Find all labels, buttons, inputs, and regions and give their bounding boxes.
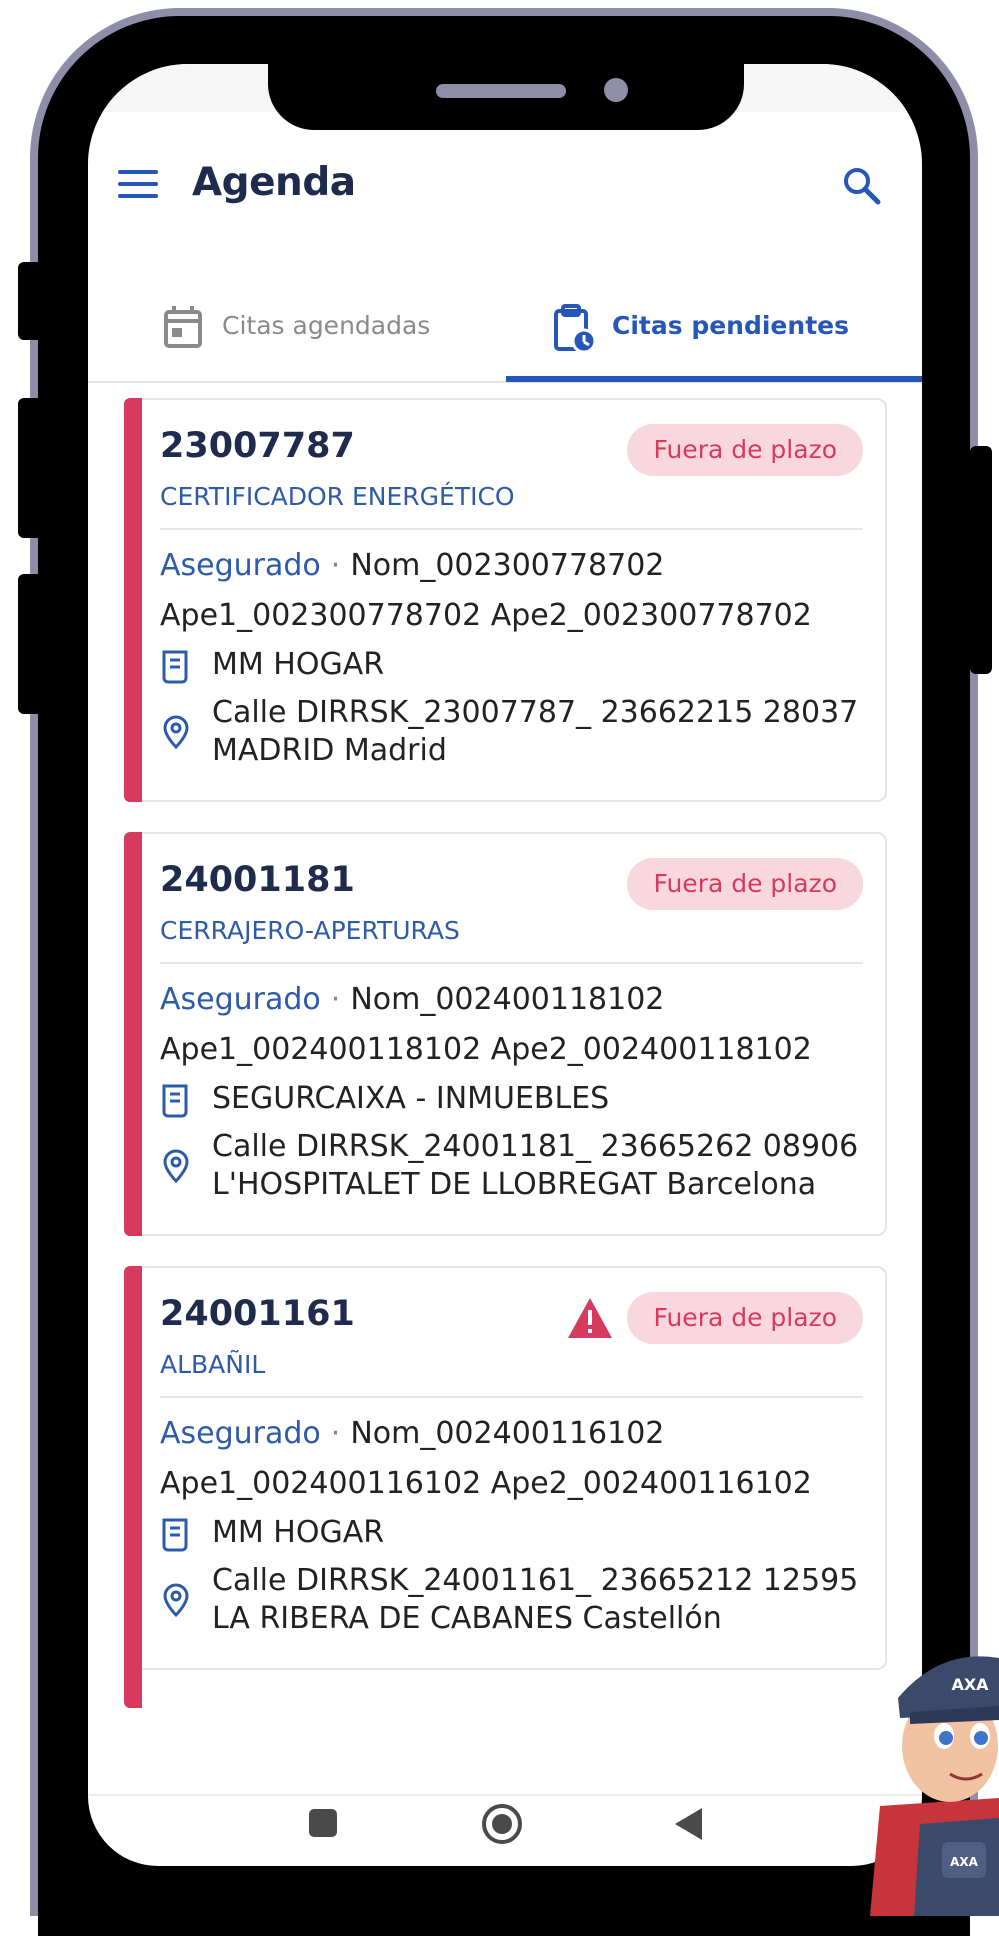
status-badge: Fuera de plazo: [627, 858, 863, 910]
address-line-2: MADRID Madrid: [212, 733, 447, 768]
status-badge: Fuera de plazo: [627, 424, 863, 476]
insured-label: Asegurado: [160, 982, 321, 1017]
case-number: 23007787: [160, 426, 355, 466]
phone-side-button: [18, 262, 44, 340]
tab-label: Citas pendientes: [612, 311, 849, 340]
address-line-1: Calle DIRRSK_24001181_ 23665262 08906: [212, 1129, 859, 1164]
insured-row: Asegurado · Nom_002400116102: [160, 1416, 664, 1451]
appointment-card[interactable]: 24001181 CERRAJERO-APERTURAS Fuera de pl…: [124, 832, 887, 1236]
insurance-company: MM HOGAR: [212, 647, 385, 682]
insured-name: Nom_002400116102: [350, 1416, 665, 1451]
separator-dot: ·: [330, 1416, 341, 1451]
appointment-card[interactable]: 23007787 CERTIFICADOR ENERGÉTICO Fuera d…: [124, 398, 887, 802]
home-circle-icon[interactable]: [480, 1802, 524, 1850]
specialty-label: CERTIFICADOR ENERGÉTICO: [160, 482, 515, 511]
address-line-2: L'HOSPITALET DE LLOBREGAT Barcelona: [212, 1167, 817, 1202]
insured-surnames: Ape1_002300778702 Ape2_002300778702: [160, 598, 812, 633]
phone-notch: [268, 64, 744, 130]
location-pin-icon: [160, 714, 192, 750]
phone-volume-up-button: [18, 398, 44, 538]
clipboard-clock-icon: [552, 303, 598, 354]
policy-document-icon: [160, 1518, 192, 1552]
policy-document-icon: [160, 650, 192, 684]
insured-name: Nom_002300778702: [350, 548, 665, 583]
calendar-icon: [160, 303, 206, 351]
insured-name: Nom_002400118102: [350, 982, 665, 1017]
tab-citas-pendientes[interactable]: Citas pendientes: [506, 289, 922, 381]
specialty-label: ALBAÑIL: [160, 1350, 266, 1379]
appointment-card[interactable]: 24001161 ALBAÑIL Fuera de plazo Asegurad…: [124, 1266, 887, 1708]
insured-label: Asegurado: [160, 548, 321, 583]
address-line-1: Calle DIRRSK_23007787_ 23662215 28037: [212, 695, 859, 730]
insured-label: Asegurado: [160, 1416, 321, 1451]
specialty-label: CERRAJERO-APERTURAS: [160, 916, 460, 945]
card-accent-bar: [124, 832, 142, 1236]
address-line-2: LA RIBERA DE CABANES Castellón: [212, 1601, 722, 1636]
separator-dot: ·: [330, 982, 341, 1017]
notch-camera: [604, 78, 628, 102]
policy-document-icon: [160, 1084, 192, 1118]
search-icon[interactable]: [840, 164, 884, 208]
tab-citas-agendadas[interactable]: Citas agendadas: [88, 289, 506, 381]
address-line-1: Calle DIRRSK_24001161_ 23665212 12595: [212, 1563, 859, 1598]
card-divider: [160, 1396, 863, 1398]
tab-bar: Citas agendadas Citas pendientes: [88, 289, 922, 383]
active-tab-indicator: [506, 376, 922, 382]
mascot-bib-text: AXA: [950, 1855, 979, 1869]
insurance-company: SEGURCAIXA - INMUEBLES: [212, 1081, 610, 1116]
location-pin-icon: [160, 1582, 192, 1618]
case-number: 24001161: [160, 1294, 355, 1334]
page-title: Agenda: [192, 160, 356, 205]
separator-dot: ·: [330, 548, 341, 583]
card-accent-bar: [124, 1266, 142, 1708]
insured-surnames: Ape1_002400118102 Ape2_002400118102: [160, 1032, 812, 1067]
card-accent-bar: [124, 398, 142, 802]
card-divider: [160, 528, 863, 530]
axa-mascot-illustration: AXA AXA: [870, 1628, 999, 1916]
back-triangle-icon[interactable]: [672, 1806, 706, 1846]
insurance-company: MM HOGAR: [212, 1515, 385, 1550]
warning-triangle-icon: [566, 1296, 614, 1340]
tab-label: Citas agendadas: [222, 311, 431, 340]
insured-row: Asegurado · Nom_002300778702: [160, 548, 664, 583]
location-pin-icon: [160, 1148, 192, 1184]
insured-surnames: Ape1_002400116102 Ape2_002400116102: [160, 1466, 812, 1501]
status-badge: Fuera de plazo: [627, 1292, 863, 1344]
insured-row: Asegurado · Nom_002400118102: [160, 982, 664, 1017]
mascot-cap-text: AXA: [951, 1675, 989, 1694]
notch-speaker: [436, 84, 566, 98]
phone-volume-down-button: [18, 574, 44, 714]
case-number: 24001181: [160, 860, 355, 900]
app-screen: Agenda Citas agendadas Citas pendientes …: [88, 64, 922, 1866]
recent-apps-square-icon[interactable]: [306, 1806, 340, 1844]
hamburger-menu-icon[interactable]: [118, 168, 158, 200]
card-divider: [160, 962, 863, 964]
phone-power-button: [970, 446, 992, 674]
system-navigation-bar: [88, 1794, 922, 1866]
